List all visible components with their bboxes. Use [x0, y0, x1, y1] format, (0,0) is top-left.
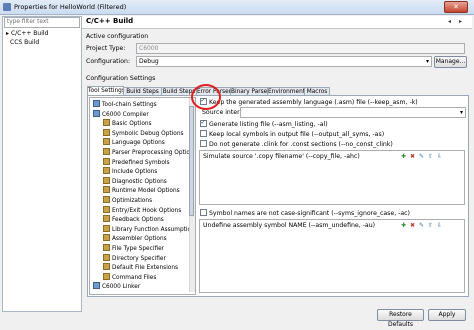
restore-defaults-button[interactable]: Restore Defaults: [377, 309, 424, 328]
option-tree-item[interactable]: Predefined Symbols: [103, 157, 170, 166]
option-page-icon: [103, 244, 110, 251]
output-all-syms-option[interactable]: Keep local symbols in output file (--out…: [200, 130, 384, 138]
close-button[interactable]: ✕: [444, 1, 468, 13]
forward-icon[interactable]: ▸: [456, 17, 465, 26]
option-tree-item[interactable]: Command Files: [103, 272, 156, 281]
move-up-icon[interactable]: ⇧: [427, 222, 434, 229]
option-page-icon: [103, 128, 110, 136]
option-tree-item[interactable]: Include Options: [103, 167, 157, 175]
option-page-icon: [103, 119, 110, 127]
undefine-label: Undefine assembly symbol NAME (--asm_und…: [203, 222, 376, 229]
option-page-icon: [103, 186, 110, 194]
option-page-icon: [103, 215, 110, 223]
left-pane: [2, 16, 82, 312]
simulate-source-list[interactable]: Simulate source '.copy filename' (--copy…: [199, 150, 465, 205]
configuration-select[interactable]: Debug ▾: [136, 56, 432, 67]
keep-asm-option[interactable]: Keep the generated assembly language (.a…: [200, 97, 418, 106]
option-page-icon: [103, 234, 110, 242]
title-bar: Properties for HelloWorld (Filtered) ✕: [0, 0, 474, 15]
option-tree-item[interactable]: File Type Specifier: [103, 244, 164, 252]
option-tree-item[interactable]: Assembler Options: [103, 234, 167, 242]
option-tree-item[interactable]: Feedback Options: [103, 215, 164, 223]
page-title: C/C++ Build: [86, 17, 134, 25]
chevron-down-icon: ▾: [425, 58, 429, 65]
checkbox-icon: [200, 130, 207, 137]
active-config-label: Active configuration: [86, 33, 149, 40]
option-tree-item[interactable]: C6000 Compiler: [93, 109, 149, 118]
gen-listing-option[interactable]: Generate listing file (--asm_listing, -a…: [200, 119, 328, 128]
option-tree-item[interactable]: Parser Preprocessing Option: [103, 148, 194, 156]
option-tree-item[interactable]: Runtime Model Options: [103, 186, 180, 194]
option-tree-item[interactable]: Entry/Exit Hook Options: [103, 205, 181, 214]
option-page-icon: [103, 176, 110, 184]
checkbox-icon: [200, 209, 207, 216]
syms-ignore-case-option[interactable]: Symbol names are not case-significant (-…: [200, 209, 410, 217]
option-tree-item[interactable]: Basic Options: [103, 119, 152, 127]
tool-icon: [93, 109, 100, 117]
option-tree-item[interactable]: Symbolic Debug Options: [103, 128, 184, 137]
checkbox-icon: [200, 140, 207, 147]
option-page-icon: [103, 205, 110, 213]
edit-icon[interactable]: ✎: [418, 153, 425, 160]
chevron-down-icon: ▾: [459, 109, 463, 116]
option-page-icon: [103, 148, 110, 155]
option-tree-item[interactable]: Library Function Assumptio: [103, 224, 191, 233]
tree-expand-icon: ▸: [6, 30, 10, 37]
option-page-icon: [103, 157, 110, 165]
option-tree-item[interactable]: Tool-chain Settings: [93, 100, 157, 108]
tool-icon: [93, 100, 100, 107]
configuration-label: Configuration:: [86, 58, 131, 65]
option-tree-item[interactable]: Diagnostic Options: [103, 176, 167, 185]
filter-input[interactable]: type filter text: [4, 17, 80, 28]
option-page-icon: [103, 138, 110, 146]
config-settings-label: Configuration Settings: [86, 75, 156, 82]
tree-item-ccs-build[interactable]: CCS Build: [10, 39, 39, 46]
project-type-label: Project Type:: [86, 45, 126, 52]
list-toolbar: ✚ ✖ ✎ ⇧ ⇩: [400, 153, 460, 161]
no-const-clink-option[interactable]: Do not generate .clink for .const sectio…: [200, 140, 393, 148]
page-header: C/C++ Build: [82, 16, 472, 29]
window-title: Properties for HelloWorld (Filtered): [14, 3, 127, 11]
option-tree: Tool-chain Settings C6000 Compiler Basic O…: [89, 97, 196, 295]
option-tree-item[interactable]: Directory Specifier: [103, 253, 166, 262]
delete-icon[interactable]: ✖: [409, 222, 416, 229]
simulate-source-label: Simulate source '.copy filename' (--copy…: [203, 153, 360, 160]
scrollbar-thumb[interactable]: [189, 106, 194, 216]
back-icon[interactable]: ◂: [445, 17, 454, 26]
checkbox-icon: [200, 119, 207, 127]
app-icon: [3, 3, 11, 11]
option-page-icon: [103, 272, 110, 280]
apply-button[interactable]: Apply: [428, 309, 466, 321]
option-page-icon: [103, 196, 110, 203]
option-page-icon: [103, 253, 110, 261]
source-interlist-select[interactable]: ▾: [240, 107, 466, 118]
manage-button[interactable]: Manage...: [434, 56, 467, 68]
undefine-list[interactable]: Undefine assembly symbol NAME (--asm_und…: [199, 219, 465, 293]
move-up-icon[interactable]: ⇧: [427, 153, 434, 160]
tree-item-cc-build[interactable]: ▸ C/C++ Build: [6, 30, 48, 37]
option-page-icon: [103, 263, 110, 271]
option-page-icon: [103, 167, 110, 175]
edit-icon[interactable]: ✎: [418, 222, 425, 229]
add-icon[interactable]: ✚: [400, 222, 407, 229]
option-tree-item[interactable]: Default File Extensions: [103, 263, 178, 271]
option-tree-item[interactable]: C6000 Linker: [93, 282, 140, 290]
highlight-circle: [191, 84, 221, 110]
tool-icon: [93, 282, 100, 290]
add-icon[interactable]: ✚: [400, 153, 407, 160]
option-tree-item[interactable]: Language Options: [103, 138, 165, 146]
option-page-icon: [103, 224, 110, 232]
move-down-icon[interactable]: ⇩: [436, 153, 443, 160]
list-toolbar: ✚ ✖ ✎ ⇧ ⇩: [400, 222, 460, 230]
option-tree-item[interactable]: Optimizations: [103, 196, 152, 204]
delete-icon[interactable]: ✖: [409, 153, 416, 160]
move-down-icon[interactable]: ⇩: [436, 222, 443, 229]
project-type-field: C6000: [136, 43, 465, 54]
